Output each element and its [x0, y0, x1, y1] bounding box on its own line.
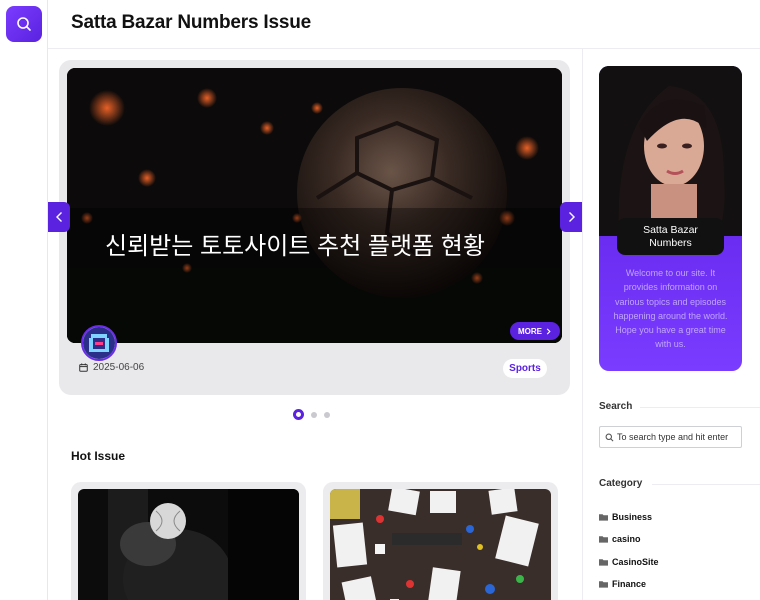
category-list: Business casino CasinoSite Finance — [599, 506, 659, 595]
page: Satta Bazar Numbers Issue 신뢰받는 토토사이트 추천 … — [0, 0, 760, 600]
category-item-finance[interactable]: Finance — [599, 573, 659, 595]
profile-photo — [599, 66, 742, 236]
category-item-casino[interactable]: casino — [599, 528, 659, 550]
slide-title[interactable]: 신뢰받는 토토사이트 추천 플랫폼 현황 — [105, 230, 485, 264]
sidebar-search-box[interactable] — [599, 426, 742, 448]
sidebar-divider — [582, 48, 583, 600]
chevron-right-icon — [546, 327, 551, 335]
profile-name: Satta Bazar Numbers — [617, 218, 724, 255]
category-item-label: casino — [612, 534, 641, 545]
slider-next-button[interactable] — [560, 202, 582, 232]
profile-card: Satta Bazar Numbers Welcome to our site.… — [599, 66, 742, 371]
hot-issue-card-2[interactable] — [323, 482, 558, 600]
search-icon — [605, 433, 614, 441]
post-date: 2025-06-06 — [79, 362, 144, 373]
chevron-left-icon — [55, 212, 62, 222]
search-icon — [17, 17, 31, 31]
slider-dot-1[interactable] — [293, 409, 304, 420]
folder-icon — [599, 581, 608, 588]
left-rail — [0, 0, 48, 600]
more-label: MORE — [518, 326, 542, 336]
folder-icon — [599, 514, 608, 521]
author-avatar[interactable] — [81, 325, 117, 361]
search-heading: Search — [599, 401, 633, 412]
chevron-right-icon — [568, 212, 575, 222]
hot-issue-card-1[interactable] — [71, 482, 306, 600]
hot-issue-heading: Hot Issue — [71, 449, 126, 463]
folder-icon — [599, 536, 608, 544]
baseball-image — [78, 489, 299, 600]
search-button[interactable] — [6, 6, 42, 42]
sidebar-search-input[interactable] — [617, 432, 737, 442]
folder-icon — [599, 559, 608, 566]
slider-dot-2[interactable] — [311, 411, 317, 418]
post-date-text: 2025-06-06 — [93, 362, 145, 373]
category-item-label: Business — [612, 512, 653, 523]
featured-slider: 신뢰받는 토토사이트 추천 플랫폼 현황 MORE — [59, 60, 570, 395]
slider-pagination — [293, 409, 330, 420]
avatar-icon — [83, 327, 115, 359]
category-heading: Category — [599, 478, 643, 489]
category-heading-rule — [652, 484, 760, 485]
header-divider — [48, 48, 760, 49]
soccer-ball-image — [67, 68, 562, 343]
post-thumbnail-baseball[interactable] — [78, 489, 299, 600]
site-title[interactable]: Satta Bazar Numbers Issue — [71, 12, 311, 34]
category-item-casinosite[interactable]: CasinoSite — [599, 551, 659, 573]
calendar-icon — [79, 363, 88, 372]
category-item-label: CasinoSite — [612, 556, 659, 567]
post-thumbnail-casino[interactable] — [330, 489, 551, 600]
more-button[interactable]: MORE — [510, 322, 560, 340]
category-item-label: Finance — [612, 579, 647, 590]
profile-portrait-image — [599, 66, 742, 236]
search-heading-rule — [640, 407, 760, 408]
slider-dot-3[interactable] — [324, 411, 330, 418]
casino-table-image — [330, 489, 551, 600]
profile-description: Welcome to our site. It provides informa… — [613, 268, 728, 350]
category-tag[interactable]: Sports — [503, 359, 547, 378]
slide-image[interactable]: 신뢰받는 토토사이트 추천 플랫폼 현황 MORE — [67, 68, 562, 343]
category-item-business[interactable]: Business — [599, 506, 659, 528]
slider-prev-button[interactable] — [48, 202, 70, 232]
